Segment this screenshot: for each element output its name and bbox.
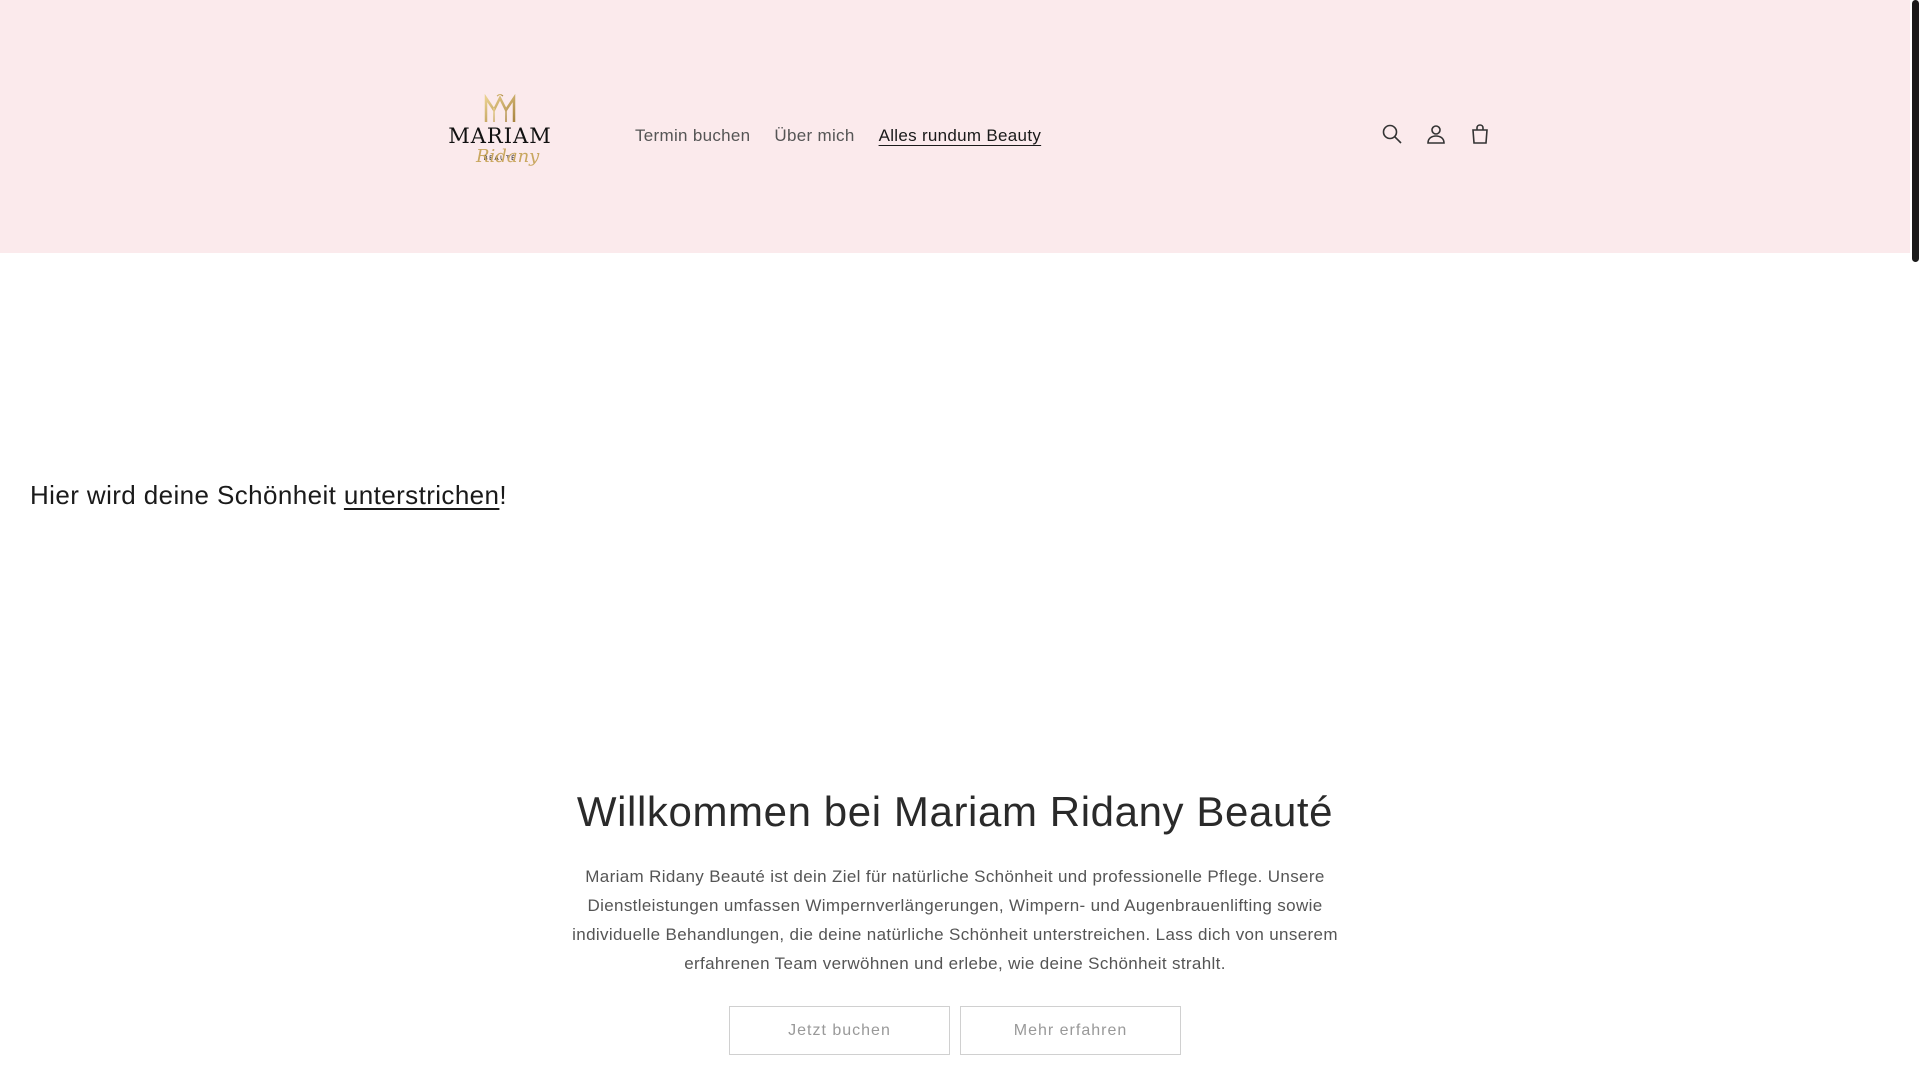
main-nav: Termin buchen Über mich Alles rundum Bea…	[623, 126, 1053, 146]
scrollbar-thumb[interactable]	[1912, 0, 1919, 262]
hero-tagline: Hier wird deine Schönheit unterstrichen!	[30, 480, 507, 511]
search-icon[interactable]	[1380, 122, 1404, 146]
header-icons	[1380, 122, 1492, 146]
nav-item-ueber-mich[interactable]: Über mich	[762, 126, 866, 146]
brand-logo[interactable]: MARIAM Ridany BEAUTÉ	[440, 94, 560, 184]
welcome-section: Willkommen bei Mariam Ridany Beauté Mari…	[460, 788, 1450, 1055]
nav-item-termin-buchen[interactable]: Termin buchen	[623, 126, 762, 146]
welcome-title: Willkommen bei Mariam Ridany Beauté	[576, 788, 1334, 835]
welcome-body: Mariam Ridany Beauté ist dein Ziel für n…	[572, 867, 1338, 973]
learn-more-button[interactable]: Mehr erfahren	[960, 1006, 1181, 1055]
hero-tagline-link[interactable]: unterstrichen	[344, 480, 500, 510]
monogram-icon	[484, 94, 516, 122]
account-icon[interactable]	[1424, 122, 1448, 146]
logo-wordmark: MARIAM	[448, 124, 552, 148]
book-now-button[interactable]: Jetzt buchen	[729, 1006, 950, 1055]
welcome-buttons: Jetzt buchen Mehr erfahren	[460, 1006, 1450, 1055]
logo-script: Ridany	[476, 146, 540, 167]
hero-tagline-prefix: Hier wird deine Schönheit	[30, 480, 344, 510]
nav-item-alles-rundum-beauty[interactable]: Alles rundum Beauty	[867, 126, 1054, 146]
site-header: MARIAM Ridany BEAUTÉ Termin buchen Über …	[0, 0, 1910, 253]
hero-tagline-suffix: !	[499, 480, 508, 510]
scrollbar-track[interactable]	[1910, 0, 1920, 1080]
cart-icon[interactable]	[1468, 122, 1492, 146]
